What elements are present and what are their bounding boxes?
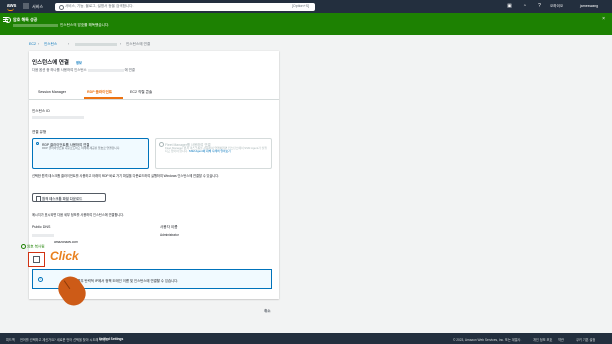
connection-type-label: 연결 유형: [32, 130, 47, 134]
copy-password-button[interactable]: [28, 252, 45, 267]
footer-language-notice: 언어를 선택하고 계신가요? 새로운 언어 선택을 찾아 시도해 보세요.: [20, 338, 109, 342]
username-label: 사용자 이름: [160, 225, 178, 229]
instance-id-value-redacted: [32, 116, 84, 119]
services-grid-icon[interactable]: [23, 3, 29, 9]
footer-unified-settings[interactable]: Unified Settings: [99, 337, 123, 341]
footer-privacy[interactable]: 개인 정보 보호: [533, 337, 552, 342]
check-circle-icon: [21, 244, 26, 249]
breadcrumb-separator-icon: ›: [68, 42, 70, 46]
flash-instance-id-redacted: [13, 23, 58, 27]
region-selector[interactable]: 오하이오: [550, 4, 563, 9]
search-placeholder: 서비스, 기능, 블로그, 설명서 등을 검색합니다.: [65, 4, 134, 9]
click-annotation: Click: [50, 249, 79, 263]
ssm-agent-link[interactable]: SSM Agent에 대해 자세히 알아보기: [189, 149, 231, 153]
breadcrumb-separator-icon: ›: [38, 42, 40, 46]
info-link[interactable]: 정보: [76, 60, 82, 65]
public-dns-value: amazonaws.com: [54, 240, 78, 244]
cancel-button[interactable]: 취소: [264, 309, 271, 314]
breadcrumb-separator-icon: ›: [120, 42, 122, 46]
menu-icon[interactable]: [3, 17, 8, 22]
footer-cookie-preferences[interactable]: 쿠키 기본 설정: [576, 337, 595, 342]
radio-disabled-icon: [159, 142, 164, 147]
close-icon[interactable]: ×: [602, 16, 605, 22]
services-menu[interactable]: 서비스: [32, 4, 43, 10]
search-icon: [59, 4, 64, 10]
public-dns-label: Public DNS: [32, 225, 51, 229]
instance-id-label: 인스턴스 ID: [32, 109, 50, 113]
radio-selected-icon[interactable]: [36, 142, 39, 145]
tab-session-manager[interactable]: Session Manager: [38, 90, 66, 94]
top-nav-bar: aws 서비스 서비스, 기능, 블로그, 설명서 등을 검색합니다. [Opt…: [0, 0, 612, 13]
cloudshell-icon[interactable]: ▣: [507, 4, 512, 9]
username-value: Administrator: [160, 233, 179, 237]
public-dns-redacted: [32, 234, 54, 237]
password-copied-badge: 암호 복사됨: [21, 244, 45, 249]
breadcrumb-instance-redacted[interactable]: [75, 43, 117, 46]
download-button-label: 원격 데스크톱 파일 다운로드: [42, 197, 83, 202]
tabs-divider: [29, 98, 279, 99]
breadcrumb-instances[interactable]: 인스턴스: [44, 42, 57, 47]
copy-icon: [33, 256, 40, 263]
connection-details-prompt: 메시지가 표시되면 다음 세부 정보를 사용하여 인스턴스에 연결합니다.: [32, 213, 125, 217]
tab-rdp-client[interactable]: RDP 클라이언트: [87, 90, 112, 95]
info-icon: i: [38, 277, 43, 282]
option-rdp-client[interactable]: RDP 클라이언트를 사용하여 연결 RDP 클라이언트를 다운로드하고 아래에…: [32, 138, 149, 169]
search-shortcut: [Option+S]: [291, 4, 309, 9]
footer-terms[interactable]: 약관: [558, 337, 564, 342]
search-input[interactable]: 서비스, 기능, 블로그, 설명서 등을 검색합니다. [Option+S]: [55, 2, 315, 11]
success-flashbar: ✓ 암호 해독 성공 인스턴스의 암호를 해독했습니다. ×: [0, 13, 612, 35]
option-fleet-manager: Fleet Manager를 사용하여 연결 Fleet Manager 원격 …: [155, 138, 272, 169]
help-icon[interactable]: ?: [537, 4, 542, 9]
option-rdp-desc: RDP 클라이언트를 다운로드하고 아래에 제공된 암호로 연결합니다.: [42, 146, 121, 150]
breadcrumb-current: 인스턴스에 연결: [126, 42, 151, 46]
download-rdp-file-button[interactable]: 원격 데스크톱 파일 다운로드: [32, 193, 106, 202]
rdp-instructions: 선택한 원격 데스크톱 클라이언트를 사용하고 아래의 RDP 바로 가기 파일…: [32, 174, 220, 178]
aws-logo-smile: [7, 8, 14, 11]
page-title: 인스턴스에 연결: [32, 60, 69, 66]
download-icon: [36, 196, 41, 202]
page-subtitle: 다음 옵션 중 하나를 사용하여 인스턴스 에 연결: [32, 68, 135, 72]
account-menu[interactable]: jameswang: [580, 4, 598, 8]
footer-feedback[interactable]: 피드백: [6, 337, 15, 342]
notifications-icon[interactable]: ◔: [522, 4, 527, 9]
footer: 피드백 언어를 선택하고 계신가요? 새로운 언어 선택을 찾아 시도해 보세요…: [0, 333, 612, 344]
subtitle-instance-redacted: [87, 68, 124, 72]
flash-message: 인스턴스의 암호를 해독했습니다.: [13, 23, 109, 28]
option-fleet-desc: Fleet Manager 원격 데스크톱을 사용하여 연결하려면 인스턴스에서…: [165, 146, 267, 154]
footer-copyright: © 2023, Amazon Web Services, Inc. 또는 계열사…: [453, 338, 522, 342]
breadcrumb-ec2[interactable]: EC2: [29, 42, 36, 46]
tab-ec2-serial-console[interactable]: EC2 직렬 콘솔: [130, 90, 152, 95]
